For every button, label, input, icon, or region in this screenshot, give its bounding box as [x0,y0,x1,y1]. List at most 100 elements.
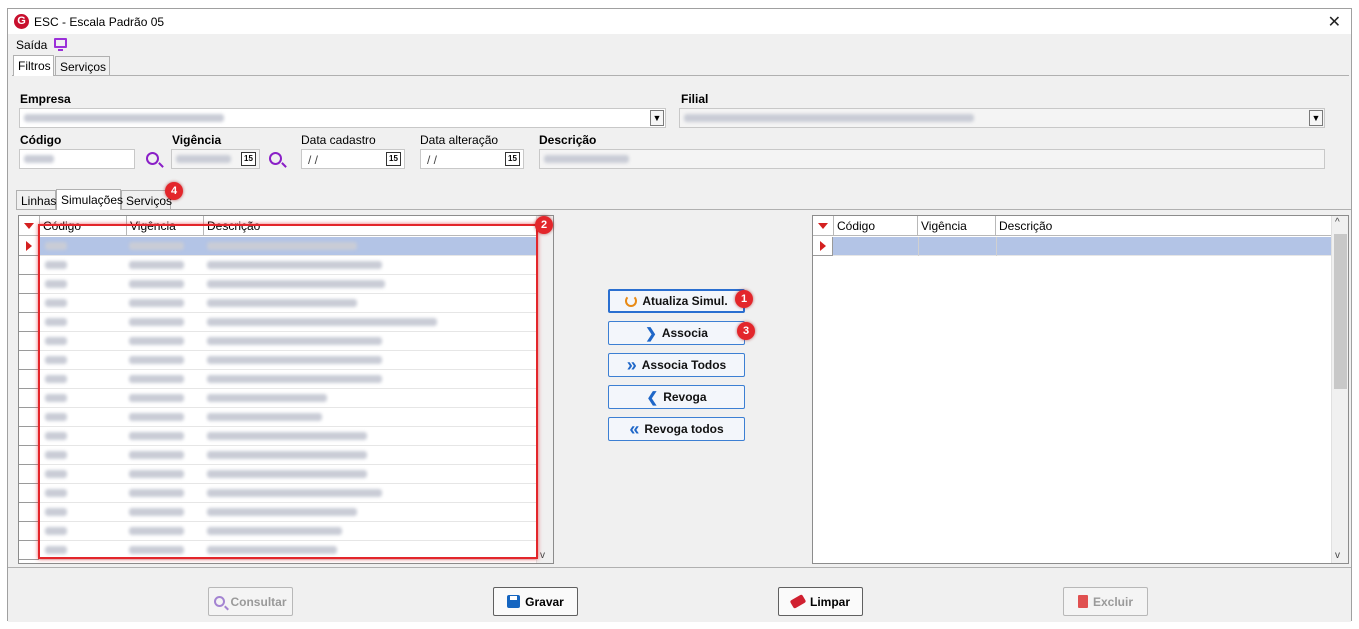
codigo-cell-redacted [45,451,67,459]
col-vigencia[interactable]: Vigência [918,216,996,236]
gravar-button[interactable]: Gravar [493,587,578,616]
row-indicator [19,332,39,351]
calendar-icon[interactable]: 15 [241,152,256,166]
calendar-icon[interactable]: 15 [386,152,401,166]
table-row[interactable] [19,465,537,484]
codigo-field[interactable] [19,149,135,169]
dropdown-arrow-icon[interactable]: ▼ [650,110,664,126]
scroll-up-icon[interactable]: ^ [1335,217,1340,228]
tab-servicos-top[interactable]: Serviços [55,56,110,76]
header-indicator [813,216,834,236]
descricao-cell-redacted [207,375,382,383]
header-indicator [19,216,40,236]
table-row[interactable] [19,408,537,427]
calendar-icon[interactable]: 15 [505,152,520,166]
left-grid[interactable]: Código Vigência Descrição v [18,215,554,564]
descricao-cell-redacted [207,470,367,478]
associa-todos-label: Associa Todos [641,358,727,372]
table-row[interactable] [19,484,537,503]
consultar-button[interactable]: Consultar [208,587,293,616]
table-row[interactable] [19,446,537,465]
monitor-icon[interactable] [54,38,67,51]
codigo-label: Código [20,133,62,147]
limpar-button[interactable]: Limpar [778,587,863,616]
codigo-cell-redacted [45,242,67,250]
table-row[interactable] [19,427,537,446]
tab-simulacoes[interactable]: Simulações [56,189,123,210]
table-row[interactable] [19,256,537,275]
data-alteracao-field[interactable]: / / 15 [420,149,524,169]
tab-servicos[interactable]: Serviços [121,190,172,210]
menu-bar: Saída [8,34,1351,54]
atualiza-simul-button[interactable]: Atualiza Simul. [608,289,745,313]
scroll-down-icon[interactable]: v [1335,550,1340,561]
tab-filtros[interactable]: Filtros [13,55,54,76]
cell-divider [918,237,919,256]
col-codigo[interactable]: Código [834,216,918,236]
revoga-todos-label: Revoga todos [644,422,724,436]
table-row[interactable] [19,332,537,351]
right-grid-header: Código Vigência Descrição [813,216,1348,236]
left-grid-scrollbar[interactable]: v [536,216,553,563]
vigencia-cell-redacted [129,527,184,535]
descricao-cell-redacted [207,413,322,421]
save-icon [507,595,521,608]
dropdown-arrow-icon[interactable]: ▼ [1309,110,1323,126]
codigo-cell-redacted [45,375,67,383]
col-codigo[interactable]: Código [40,216,127,236]
table-row[interactable] [19,275,537,294]
descricao-value-redacted [544,155,629,163]
empresa-value-redacted [24,114,224,122]
table-row[interactable] [19,313,537,332]
table-row[interactable] [19,503,537,522]
annotation-badge-4: 4 [165,182,183,200]
vigencia-field[interactable]: 15 [171,149,260,169]
codigo-value-redacted [24,155,54,163]
descricao-cell-redacted [207,337,382,345]
associa-button[interactable]: ❯ Associa [608,321,745,345]
table-row[interactable] [19,237,537,256]
row-indicator [19,541,39,560]
table-row[interactable] [19,522,537,541]
chevron-left-icon: ❮ [646,389,659,405]
atualiza-simul-label: Atualiza Simul. [642,294,728,308]
col-descricao[interactable]: Descrição [996,216,1332,236]
table-row[interactable] [19,294,537,313]
search-vigencia-icon[interactable] [269,152,282,165]
bottom-bar: Consultar Gravar Limpar Excluir [8,567,1351,622]
table-row[interactable] [19,370,537,389]
filial-select[interactable]: ▼ [679,108,1325,128]
table-row[interactable] [19,351,537,370]
annotation-badge-1: 1 [735,290,753,308]
scroll-down-icon[interactable]: v [540,550,545,561]
empresa-select[interactable]: ▼ [19,108,666,128]
sort-indicator-icon [818,223,828,229]
menu-saida[interactable]: Saída [16,38,47,52]
revoga-button[interactable]: ❮ Revoga [608,385,745,409]
right-grid-scrollbar[interactable]: ^ v [1331,216,1348,563]
codigo-cell-redacted [45,527,67,535]
right-grid[interactable]: Código Vigência Descrição ^ v [812,215,1349,564]
close-icon[interactable]: ✕ [1328,12,1341,32]
search-icon [214,596,226,607]
descricao-field[interactable] [539,149,1325,169]
table-row[interactable] [813,237,1331,256]
data-cadastro-field[interactable]: / / 15 [301,149,405,169]
excluir-button[interactable]: Excluir [1063,587,1148,616]
vigencia-cell-redacted [129,413,184,421]
chevron-right-icon: ❯ [645,325,657,341]
col-descricao[interactable]: Descrição [204,216,536,236]
search-codigo-icon[interactable] [146,152,159,165]
vigencia-cell-redacted [129,489,184,497]
tab-linhas[interactable]: Linhas [16,190,56,210]
table-row[interactable] [19,389,537,408]
empresa-label: Empresa [20,92,71,106]
annotation-badge-3: 3 [737,322,755,340]
descricao-cell-redacted [207,318,437,326]
table-row[interactable] [19,541,537,560]
col-vigencia[interactable]: Vigência [127,216,204,236]
associa-todos-button[interactable]: » Associa Todos [608,353,745,377]
scroll-thumb[interactable] [1334,234,1347,389]
window-title: ESC - Escala Padrão 05 [34,15,165,29]
revoga-todos-button[interactable]: « Revoga todos [608,417,745,441]
